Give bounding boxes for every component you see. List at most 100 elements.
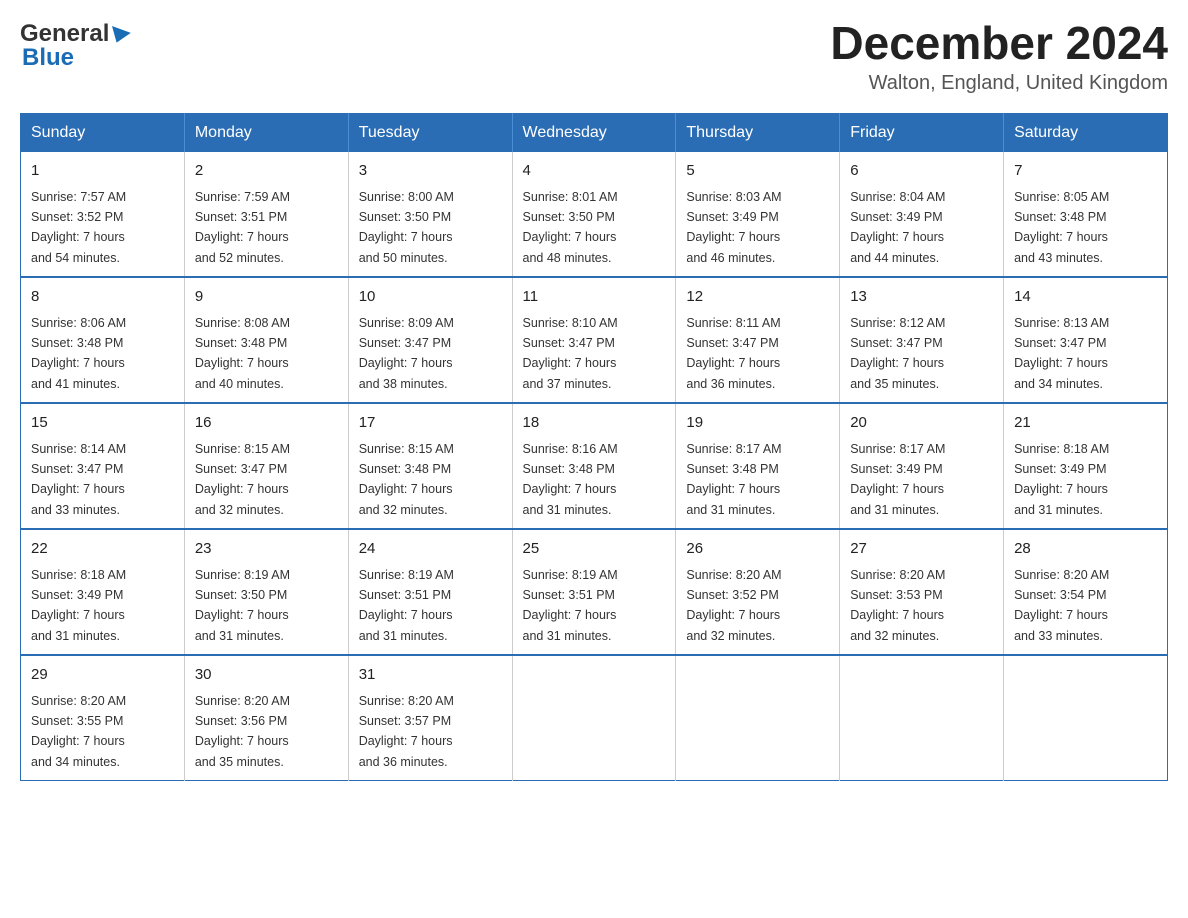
day-number: 5 [686,160,829,183]
calendar-cell: 23 Sunrise: 8:19 AMSunset: 3:50 PMDaylig… [184,529,348,655]
day-info: Sunrise: 7:59 AMSunset: 3:51 PMDaylight:… [195,190,290,265]
day-number: 2 [195,160,338,183]
calendar-cell: 2 Sunrise: 7:59 AMSunset: 3:51 PMDayligh… [184,152,348,277]
calendar-cell: 5 Sunrise: 8:03 AMSunset: 3:49 PMDayligh… [676,152,840,277]
calendar-cell: 19 Sunrise: 8:17 AMSunset: 3:48 PMDaylig… [676,403,840,529]
calendar-week-row: 15 Sunrise: 8:14 AMSunset: 3:47 PMDaylig… [21,403,1168,529]
day-number: 21 [1014,412,1157,435]
day-info: Sunrise: 8:04 AMSunset: 3:49 PMDaylight:… [850,190,945,265]
calendar-cell: 4 Sunrise: 8:01 AMSunset: 3:50 PMDayligh… [512,152,676,277]
day-number: 29 [31,664,174,687]
day-number: 22 [31,538,174,561]
day-number: 27 [850,538,993,561]
calendar-cell: 3 Sunrise: 8:00 AMSunset: 3:50 PMDayligh… [348,152,512,277]
logo-arrow-icon [108,26,132,46]
day-number: 10 [359,286,502,309]
calendar-table: SundayMondayTuesdayWednesdayThursdayFrid… [20,113,1168,781]
day-info: Sunrise: 8:20 AMSunset: 3:54 PMDaylight:… [1014,568,1109,643]
day-number: 25 [523,538,666,561]
day-info: Sunrise: 8:08 AMSunset: 3:48 PMDaylight:… [195,316,290,391]
calendar-cell: 15 Sunrise: 8:14 AMSunset: 3:47 PMDaylig… [21,403,185,529]
day-info: Sunrise: 8:19 AMSunset: 3:51 PMDaylight:… [359,568,454,643]
calendar-cell: 21 Sunrise: 8:18 AMSunset: 3:49 PMDaylig… [1004,403,1168,529]
calendar-week-row: 1 Sunrise: 7:57 AMSunset: 3:52 PMDayligh… [21,152,1168,277]
day-info: Sunrise: 8:20 AMSunset: 3:57 PMDaylight:… [359,694,454,769]
calendar-cell: 6 Sunrise: 8:04 AMSunset: 3:49 PMDayligh… [840,152,1004,277]
day-number: 24 [359,538,502,561]
day-info: Sunrise: 8:01 AMSunset: 3:50 PMDaylight:… [523,190,618,265]
calendar-week-row: 8 Sunrise: 8:06 AMSunset: 3:48 PMDayligh… [21,277,1168,403]
day-info: Sunrise: 8:20 AMSunset: 3:55 PMDaylight:… [31,694,126,769]
day-number: 8 [31,286,174,309]
day-info: Sunrise: 8:18 AMSunset: 3:49 PMDaylight:… [31,568,126,643]
day-number: 12 [686,286,829,309]
logo: General Blue [20,20,129,72]
calendar-cell: 14 Sunrise: 8:13 AMSunset: 3:47 PMDaylig… [1004,277,1168,403]
day-number: 28 [1014,538,1157,561]
day-header-monday: Monday [184,114,348,153]
calendar-cell: 12 Sunrise: 8:11 AMSunset: 3:47 PMDaylig… [676,277,840,403]
calendar-cell: 9 Sunrise: 8:08 AMSunset: 3:48 PMDayligh… [184,277,348,403]
calendar-cell: 16 Sunrise: 8:15 AMSunset: 3:47 PMDaylig… [184,403,348,529]
day-header-thursday: Thursday [676,114,840,153]
calendar-cell [512,655,676,781]
page-header: General Blue December 2024 Walton, Engla… [20,20,1168,95]
day-info: Sunrise: 8:13 AMSunset: 3:47 PMDaylight:… [1014,316,1109,391]
day-info: Sunrise: 8:11 AMSunset: 3:47 PMDaylight:… [686,316,780,391]
day-info: Sunrise: 8:20 AMSunset: 3:52 PMDaylight:… [686,568,781,643]
day-number: 26 [686,538,829,561]
day-number: 7 [1014,160,1157,183]
calendar-cell: 25 Sunrise: 8:19 AMSunset: 3:51 PMDaylig… [512,529,676,655]
calendar-cell: 1 Sunrise: 7:57 AMSunset: 3:52 PMDayligh… [21,152,185,277]
day-info: Sunrise: 8:10 AMSunset: 3:47 PMDaylight:… [523,316,618,391]
calendar-cell [676,655,840,781]
title-section: December 2024 Walton, England, United Ki… [830,20,1168,95]
day-number: 17 [359,412,502,435]
day-number: 15 [31,412,174,435]
day-number: 19 [686,412,829,435]
day-info: Sunrise: 8:00 AMSunset: 3:50 PMDaylight:… [359,190,454,265]
day-info: Sunrise: 8:03 AMSunset: 3:49 PMDaylight:… [686,190,781,265]
day-number: 11 [523,286,666,309]
day-number: 9 [195,286,338,309]
day-info: Sunrise: 8:12 AMSunset: 3:47 PMDaylight:… [850,316,945,391]
day-number: 31 [359,664,502,687]
day-info: Sunrise: 8:15 AMSunset: 3:48 PMDaylight:… [359,442,454,517]
day-number: 30 [195,664,338,687]
day-info: Sunrise: 8:18 AMSunset: 3:49 PMDaylight:… [1014,442,1109,517]
day-info: Sunrise: 8:17 AMSunset: 3:49 PMDaylight:… [850,442,945,517]
calendar-week-row: 29 Sunrise: 8:20 AMSunset: 3:55 PMDaylig… [21,655,1168,781]
day-info: Sunrise: 8:06 AMSunset: 3:48 PMDaylight:… [31,316,126,391]
day-number: 20 [850,412,993,435]
day-header-sunday: Sunday [21,114,185,153]
calendar-cell: 18 Sunrise: 8:16 AMSunset: 3:48 PMDaylig… [512,403,676,529]
calendar-cell: 17 Sunrise: 8:15 AMSunset: 3:48 PMDaylig… [348,403,512,529]
calendar-cell: 11 Sunrise: 8:10 AMSunset: 3:47 PMDaylig… [512,277,676,403]
logo-blue-text: Blue [20,44,129,72]
calendar-cell: 30 Sunrise: 8:20 AMSunset: 3:56 PMDaylig… [184,655,348,781]
calendar-cell: 29 Sunrise: 8:20 AMSunset: 3:55 PMDaylig… [21,655,185,781]
day-number: 13 [850,286,993,309]
calendar-cell: 22 Sunrise: 8:18 AMSunset: 3:49 PMDaylig… [21,529,185,655]
day-header-wednesday: Wednesday [512,114,676,153]
day-number: 6 [850,160,993,183]
calendar-cell: 8 Sunrise: 8:06 AMSunset: 3:48 PMDayligh… [21,277,185,403]
day-number: 4 [523,160,666,183]
calendar-cell: 10 Sunrise: 8:09 AMSunset: 3:47 PMDaylig… [348,277,512,403]
day-info: Sunrise: 7:57 AMSunset: 3:52 PMDaylight:… [31,190,126,265]
calendar-cell: 7 Sunrise: 8:05 AMSunset: 3:48 PMDayligh… [1004,152,1168,277]
day-info: Sunrise: 8:16 AMSunset: 3:48 PMDaylight:… [523,442,618,517]
day-info: Sunrise: 8:15 AMSunset: 3:47 PMDaylight:… [195,442,290,517]
calendar-cell: 26 Sunrise: 8:20 AMSunset: 3:52 PMDaylig… [676,529,840,655]
location-text: Walton, England, United Kingdom [830,72,1168,95]
day-info: Sunrise: 8:19 AMSunset: 3:50 PMDaylight:… [195,568,290,643]
day-number: 14 [1014,286,1157,309]
calendar-cell: 24 Sunrise: 8:19 AMSunset: 3:51 PMDaylig… [348,529,512,655]
day-info: Sunrise: 8:09 AMSunset: 3:47 PMDaylight:… [359,316,454,391]
calendar-cell: 27 Sunrise: 8:20 AMSunset: 3:53 PMDaylig… [840,529,1004,655]
calendar-cell: 31 Sunrise: 8:20 AMSunset: 3:57 PMDaylig… [348,655,512,781]
day-number: 23 [195,538,338,561]
day-header-tuesday: Tuesday [348,114,512,153]
day-info: Sunrise: 8:14 AMSunset: 3:47 PMDaylight:… [31,442,126,517]
calendar-header-row: SundayMondayTuesdayWednesdayThursdayFrid… [21,114,1168,153]
